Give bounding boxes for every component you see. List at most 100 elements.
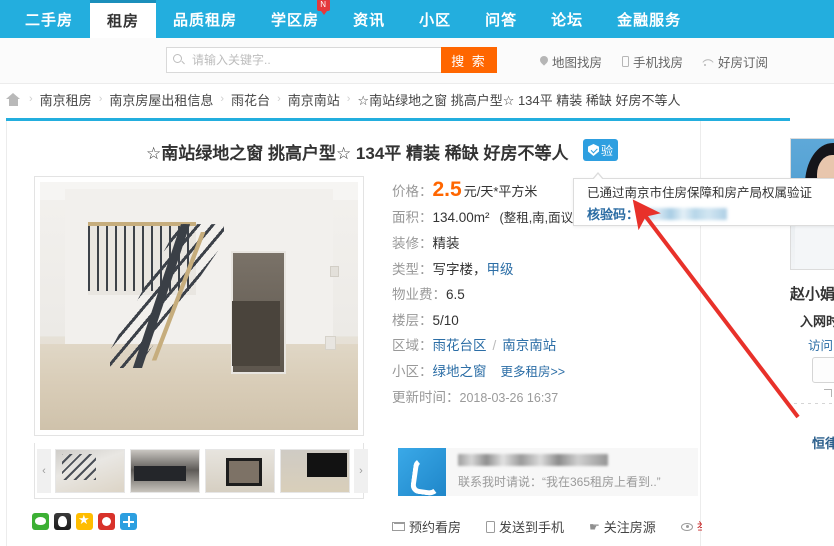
hand-icon: ☛ xyxy=(589,519,600,534)
share-row xyxy=(32,512,137,530)
search-icon xyxy=(173,53,186,67)
rss-icon xyxy=(703,56,714,67)
qq-icon[interactable] xyxy=(54,513,71,530)
subscribe-label: 好房订阅 xyxy=(718,56,769,70)
verify-tooltip-text: 已通过南京市住房保障和房产局权属验证 xyxy=(587,186,813,200)
search-input[interactable] xyxy=(190,52,434,68)
mail-icon xyxy=(392,522,405,531)
thumbnail-1[interactable] xyxy=(55,448,125,493)
nav-item-jinrongfuwu[interactable]: 金融服务 xyxy=(600,0,698,38)
subdistrict-link[interactable]: 南京南站 xyxy=(502,337,556,354)
breadcrumb-separator: › xyxy=(220,93,225,105)
photo-wall-switch xyxy=(329,266,339,278)
nav-item-xiaoqu[interactable]: 小区 xyxy=(402,0,468,38)
search-button[interactable]: 搜 索 xyxy=(441,47,497,73)
weibo-icon[interactable] xyxy=(98,513,115,530)
contact-block[interactable]: 联系我时请说：“我在365租房上看到..” xyxy=(398,448,698,496)
detail-label: 装修： xyxy=(392,236,433,251)
top-navigation: 二手房 租房 品质租房 N 学区房 资讯 小区 问答 论坛 金融服务 xyxy=(0,0,834,38)
nav-item-ershoufang[interactable]: 二手房 xyxy=(8,0,90,38)
thumbs-next-button[interactable]: › xyxy=(354,448,368,493)
thumbnail-3[interactable] xyxy=(205,448,275,493)
nav-item-luntan[interactable]: 论坛 xyxy=(534,0,600,38)
mobile-search-link[interactable]: 手机找房 xyxy=(622,52,683,71)
send-to-phone-button[interactable]: 发送到手机 xyxy=(486,517,564,536)
agent-join-label: 入网时 xyxy=(800,314,834,329)
mobile-icon xyxy=(622,56,630,67)
district-link[interactable]: 雨花台区 xyxy=(433,337,487,354)
agent-name-row: 赵小娟 ★ xyxy=(790,283,834,304)
agent-name: 赵小娟 xyxy=(790,286,834,303)
book-viewing-label: 预约看房 xyxy=(409,520,462,535)
area-unit: m² xyxy=(473,209,490,225)
nav-label: 资讯 xyxy=(353,11,386,29)
more-rentals-link[interactable]: 更多租房>> xyxy=(501,364,566,381)
search-quick-links: 地图找房 手机找房 好房订阅 xyxy=(540,52,768,71)
photo-wall-outlet xyxy=(324,335,336,350)
phone-number-masked xyxy=(458,454,608,466)
photo-door-inner xyxy=(232,301,281,366)
thumbnail-2[interactable] xyxy=(130,448,200,493)
photo-gallery[interactable] xyxy=(34,176,364,436)
breadcrumb-item-4[interactable]: 南京南站 xyxy=(288,90,340,109)
action-row: 预约看房 发送到手机 ☛ 关注房源 举报 xyxy=(392,517,723,536)
photo-floor xyxy=(40,344,358,430)
eye-icon xyxy=(680,522,693,531)
page-title: ☆南站绿地之窗 挑高户型☆ 134平 精装 稀缺 好房不等人 xyxy=(146,144,569,163)
search-bar: 搜 索 地图找房 手机找房 好房订阅 xyxy=(0,38,834,84)
detail-label: 价格： xyxy=(392,184,433,199)
nav-item-zixun[interactable]: 资讯 xyxy=(336,0,402,38)
nav-list: 二手房 租房 品质租房 N 学区房 资讯 小区 问答 论坛 金融服务 xyxy=(0,0,834,38)
breadcrumb-separator: › xyxy=(277,93,281,105)
thumbs-prev-button[interactable]: ‹ xyxy=(37,448,51,493)
district-separator: / xyxy=(492,338,497,353)
breadcrumb-separator: › xyxy=(29,93,33,105)
thumbnail-4[interactable] xyxy=(280,448,350,493)
nav-item-xuequfang[interactable]: N 学区房 xyxy=(254,0,336,38)
page-root: 二手房 租房 品质租房 N 学区房 资讯 小区 问答 论坛 金融服务 请输入关键… xyxy=(0,0,834,546)
nav-label: 租房 xyxy=(107,13,140,30)
follow-listing-button[interactable]: ☛ 关注房源 xyxy=(589,517,656,536)
breadcrumb-item-current: ☆南站绿地之窗 挑高户型☆ 134平 精装 稀缺 好房不等人 xyxy=(357,92,681,108)
more-share-icon[interactable] xyxy=(120,513,137,530)
verify-code-masked xyxy=(643,207,728,220)
nav-item-pinzhizufang[interactable]: 品质租房 xyxy=(156,0,254,38)
map-pin-icon xyxy=(540,56,548,67)
shield-check-icon xyxy=(588,144,599,156)
send-to-phone-label: 发送到手机 xyxy=(499,520,565,535)
nav-item-wenda[interactable]: 问答 xyxy=(468,0,534,38)
breadcrumb-item-2[interactable]: 南京房屋出租信息 xyxy=(109,90,213,109)
verify-code-row: 核验码： xyxy=(587,204,834,223)
follow-listing-label: 关注房源 xyxy=(603,520,656,535)
breadcrumb-item-3[interactable]: 雨花台 xyxy=(231,90,270,109)
wechat-icon[interactable] xyxy=(32,513,49,530)
map-search-link[interactable]: 地图找房 xyxy=(540,52,602,71)
main-photo[interactable] xyxy=(40,182,358,430)
type-grade-link[interactable]: 甲级 xyxy=(487,261,514,278)
nav-label: 金融服务 xyxy=(617,11,682,29)
verify-badge[interactable]: 验 xyxy=(583,139,619,161)
breadcrumb-item-1[interactable]: 南京租房 xyxy=(40,90,92,109)
community-link[interactable]: 绿地之窗 xyxy=(433,363,487,380)
thumbnail-strip: ‹ › xyxy=(34,443,368,499)
mobile-search-label: 手机找房 xyxy=(633,56,684,70)
book-viewing-button[interactable]: 预约看房 xyxy=(392,517,461,536)
breadcrumb: › 南京租房 › 南京房屋出租信息 › 雨花台 › 南京南站 › ☆南站绿地之窗… xyxy=(0,84,834,114)
sidebar-bottom-text: 恒律 xyxy=(812,436,834,451)
agent-visits-link[interactable]: 访问 xyxy=(808,335,833,354)
detail-row-updated: 更新时间： 2018-03-26 16:37 xyxy=(392,389,682,407)
nav-label: 品质租房 xyxy=(173,11,238,29)
subscribe-link[interactable]: 好房订阅 xyxy=(703,52,768,71)
floor-value: 5/10 xyxy=(432,312,459,328)
detail-label: 区域： xyxy=(392,338,433,353)
home-icon[interactable] xyxy=(6,92,20,106)
verify-tooltip: 已通过南京市住房保障和房产局权属验证 核验码： xyxy=(573,172,834,226)
qzone-icon[interactable] xyxy=(76,512,93,530)
new-badge: N xyxy=(317,0,331,15)
price-unit: 元/天*平方米 xyxy=(463,184,538,199)
search-input-box[interactable] xyxy=(166,47,441,73)
detail-row-floor: 楼层： 5/10 xyxy=(392,312,682,329)
search-wrapper: 搜 索 xyxy=(166,47,497,73)
nav-item-zufang[interactable]: 租房 xyxy=(90,0,157,38)
agent-action-button[interactable] xyxy=(812,357,834,383)
